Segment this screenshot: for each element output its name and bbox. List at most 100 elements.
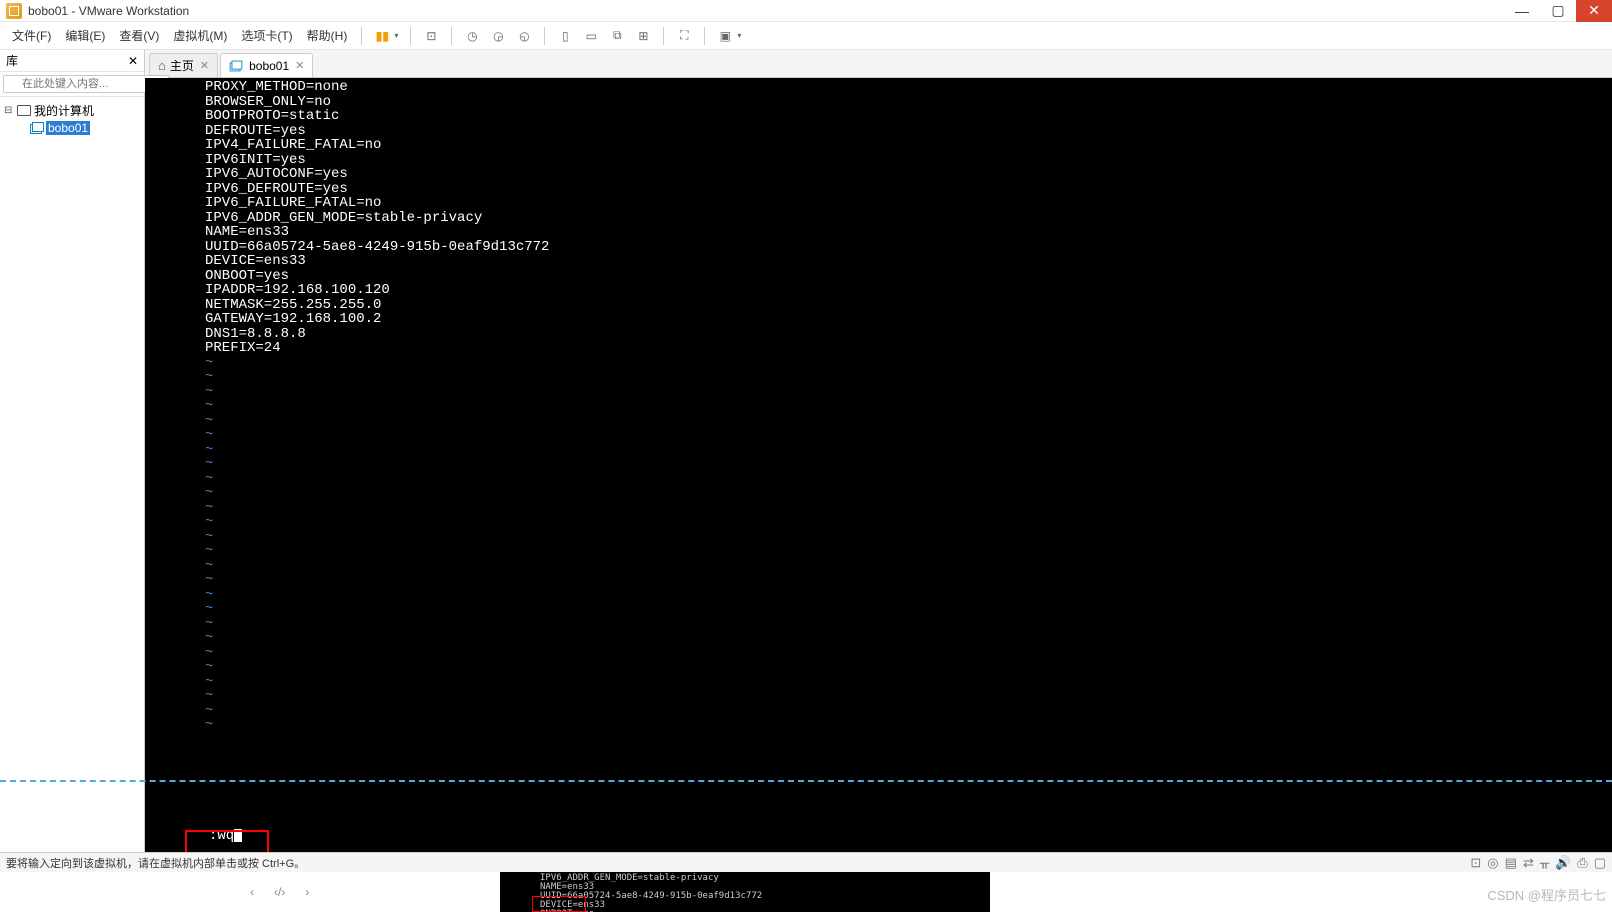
tabbar: 主页 ✕ bobo01 ✕: [145, 50, 1612, 78]
pause-icon[interactable]: ▮▮: [370, 24, 394, 48]
terminal-line: BROWSER_ONLY=no: [205, 95, 1612, 110]
terminal-tilde: ~: [205, 443, 1612, 458]
view-console-icon[interactable]: ⊞: [631, 24, 655, 48]
library-close-icon[interactable]: ✕: [128, 54, 138, 68]
menu-help[interactable]: 帮助(H): [301, 24, 354, 47]
statusbar: 要将输入定向到该虚拟机，请在虚拟机内部单击或按 Ctrl+G。 ⊡ ◎ ▤ ⇄ …: [0, 852, 1612, 872]
terminal-line: IPV6_ADDR_GEN_MODE=stable-privacy: [205, 211, 1612, 226]
view-unity-icon[interactable]: ⧉: [605, 24, 629, 48]
nav-controls: ‹ ‹/› ›: [250, 885, 309, 899]
terminal-line: NETMASK=255.255.255.0: [205, 298, 1612, 313]
terminal-line: DEVICE=ens33: [205, 254, 1612, 269]
tree-collapse-icon[interactable]: ⊟: [4, 105, 16, 116]
terminal-tilde: ~: [205, 704, 1612, 719]
library-header: 库 ✕: [0, 50, 144, 72]
search-row: 🔍 ▾: [0, 72, 144, 97]
tree-vm-bobo01[interactable]: bobo01: [30, 120, 140, 136]
menu-file[interactable]: 文件(F): [6, 24, 57, 47]
terminal-tilde: ~: [205, 356, 1612, 371]
fullscreen-icon[interactable]: ⛶: [672, 24, 696, 48]
terminal-tilde: ~: [205, 530, 1612, 545]
status-printer-icon[interactable]: ⎙: [1577, 855, 1587, 871]
terminal-tilde: ~: [205, 515, 1612, 530]
status-cd-icon[interactable]: ◎: [1487, 855, 1498, 871]
snapshot-manager-icon[interactable]: ◵: [512, 24, 536, 48]
terminal-tilde: ~: [205, 588, 1612, 603]
preview-thumbnail[interactable]: IPV6_ADDR_GEN_MODE=stable-privacyNAME=en…: [500, 872, 990, 912]
nav-back-icon[interactable]: ‹: [250, 885, 254, 899]
snapshot-icon[interactable]: ⊡: [419, 24, 443, 48]
library-sidebar: 库 ✕ 🔍 ▾ ⊟ 我的计算机 bobo01: [0, 50, 145, 852]
nav-code-icon[interactable]: ‹/›: [274, 885, 285, 899]
terminal-tilde: ~: [205, 573, 1612, 588]
preview-line: IPV6_ADDR_GEN_MODE=stable-privacy: [540, 874, 950, 883]
terminal-line: NAME=ens33: [205, 225, 1612, 240]
status-hdd-icon[interactable]: ⊡: [1470, 855, 1481, 871]
terminal-line: IPV6_DEFROUTE=yes: [205, 182, 1612, 197]
status-usb-icon[interactable]: ᚂ: [1540, 855, 1549, 871]
terminal-line: IPADDR=192.168.100.120: [205, 283, 1612, 298]
window-controls: — ▢ ✕: [1504, 0, 1612, 22]
titlebar: bobo01 - VMware Workstation — ▢ ✕: [0, 0, 1612, 22]
terminal-line: GATEWAY=192.168.100.2: [205, 312, 1612, 327]
tab-home-close-icon[interactable]: ✕: [200, 59, 209, 72]
stretch-dropdown[interactable]: ▾: [737, 31, 741, 40]
snapshot-take-icon[interactable]: ◷: [460, 24, 484, 48]
stretch-icon[interactable]: ▣: [713, 24, 737, 48]
power-dropdown[interactable]: ▾: [394, 31, 398, 40]
status-floppy-icon[interactable]: ▤: [1505, 855, 1517, 871]
main-area: 库 ✕ 🔍 ▾ ⊟ 我的计算机 bobo01: [0, 50, 1612, 852]
snapshot-revert-icon[interactable]: ◶: [486, 24, 510, 48]
tree-root-label: 我的计算机: [34, 102, 94, 119]
status-device-icons: ⊡ ◎ ▤ ⇄ ᚂ 🔊 ⎙ ▢: [1470, 855, 1606, 871]
preview-line: DEVICE=ens33: [540, 901, 950, 910]
status-sound-icon[interactable]: 🔊: [1555, 855, 1571, 871]
vm-tab-icon: [230, 60, 243, 71]
terminal-tilde: ~: [205, 428, 1612, 443]
tab-vm-label: bobo01: [249, 59, 289, 73]
menu-tabs[interactable]: 选项卡(T): [235, 24, 298, 47]
view-single-icon[interactable]: ▯: [553, 24, 577, 48]
terminal-tilde: ~: [205, 646, 1612, 661]
tree-root-my-computer[interactable]: ⊟ 我的计算机: [4, 101, 140, 120]
terminal-line: IPV6_FAILURE_FATAL=no: [205, 196, 1612, 211]
terminal-tilde: ~: [205, 718, 1612, 733]
terminal-tilde: ~: [205, 501, 1612, 516]
computer-icon: [16, 104, 32, 118]
terminal-line: PREFIX=24: [205, 341, 1612, 356]
terminal-line: UUID=66a05724-5ae8-4249-915b-0eaf9d13c77…: [205, 240, 1612, 255]
menu-view[interactable]: 查看(V): [113, 24, 165, 47]
tab-vm-close-icon[interactable]: ✕: [295, 59, 304, 72]
annotation-box-vim-cmd: [185, 830, 269, 852]
status-network-icon[interactable]: ⇄: [1523, 855, 1534, 871]
terminal-tilde: ~: [205, 370, 1612, 385]
watermark-text: CSDN @程序员七七: [1487, 885, 1606, 904]
tree-vm-label: bobo01: [46, 121, 90, 135]
maximize-button[interactable]: ▢: [1540, 0, 1576, 22]
menu-vm[interactable]: 虚拟机(M): [167, 24, 233, 47]
terminal-tilde: ~: [205, 385, 1612, 400]
menu-edit[interactable]: 编辑(E): [59, 24, 111, 47]
status-text: 要将输入定向到该虚拟机，请在虚拟机内部单击或按 Ctrl+G。: [6, 855, 305, 871]
terminal-tilde: ~: [205, 617, 1612, 632]
annotation-box-preview: [532, 896, 586, 912]
minimize-button[interactable]: —: [1504, 0, 1540, 22]
library-title: 库: [6, 52, 18, 69]
nav-forward-icon[interactable]: ›: [305, 885, 309, 899]
terminal-tilde: ~: [205, 602, 1612, 617]
dashed-divider: [0, 780, 1612, 782]
terminal-line: ONBOOT=yes: [205, 269, 1612, 284]
terminal-line: IPV6_AUTOCONF=yes: [205, 167, 1612, 182]
terminal-tilde: ~: [205, 414, 1612, 429]
content-area: 主页 ✕ bobo01 ✕ PROXY_METHOD=noneBROWSER_O…: [145, 50, 1612, 852]
terminal-tilde: ~: [205, 457, 1612, 472]
view-multi-icon[interactable]: ▭: [579, 24, 603, 48]
vm-terminal[interactable]: PROXY_METHOD=noneBROWSER_ONLY=noBOOTPROT…: [145, 78, 1612, 852]
terminal-tilde: ~: [205, 660, 1612, 675]
status-display-icon[interactable]: ▢: [1594, 855, 1606, 871]
tab-home[interactable]: 主页 ✕: [149, 53, 218, 77]
terminal-line: DNS1=8.8.8.8: [205, 327, 1612, 342]
close-button[interactable]: ✕: [1576, 0, 1612, 22]
tab-home-label: 主页: [170, 57, 194, 74]
tab-vm-bobo01[interactable]: bobo01 ✕: [220, 53, 313, 77]
